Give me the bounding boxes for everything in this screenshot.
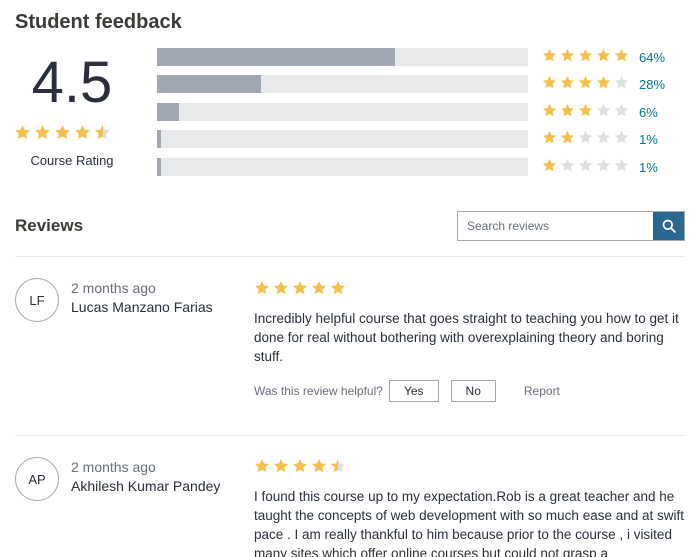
star-filled-icon (614, 48, 629, 63)
star-filled-icon (542, 130, 557, 145)
rating-bar-percent[interactable]: 1% (639, 132, 658, 147)
review-date: 2 months ago (71, 459, 156, 475)
star-empty-icon (614, 103, 629, 118)
star-empty-icon (578, 130, 593, 145)
helpful-row: Was this review helpful? Yes No Report (254, 380, 560, 402)
review-text: Incredibly helpful course that goes stra… (254, 311, 679, 364)
star-filled-icon (330, 280, 346, 296)
star-filled-icon (542, 103, 557, 118)
star-filled-icon (311, 280, 327, 296)
avatar: AP (15, 457, 59, 501)
rating-bar-percent[interactable]: 1% (639, 160, 658, 175)
search-reviews-input[interactable] (458, 212, 653, 240)
star-filled-icon (292, 280, 308, 296)
star-filled-icon (34, 124, 51, 141)
rating-bar-stars (542, 158, 629, 173)
rating-bar-stars (542, 130, 629, 145)
rating-bar-stars (542, 48, 629, 63)
rating-bar-fill (157, 48, 395, 66)
helpful-prompt: Was this review helpful? (254, 384, 383, 398)
rating-bar-row-1-star[interactable]: 1% (157, 158, 667, 176)
search-icon (662, 219, 676, 233)
rating-bar-row-4-star[interactable]: 28% (157, 75, 667, 93)
helpful-no-button[interactable]: No (450, 380, 496, 402)
rating-bar-track (157, 158, 528, 176)
rating-bar-row-5-star[interactable]: 64% (157, 48, 667, 66)
rating-bar-stars (542, 103, 629, 118)
student-feedback-title: Student feedback (15, 11, 182, 33)
star-filled-icon (560, 130, 575, 145)
star-filled-icon (254, 458, 270, 474)
rating-bar-track (157, 48, 528, 66)
rating-bar-row-3-star[interactable]: 6% (157, 103, 667, 121)
rating-bar-track (157, 75, 528, 93)
star-empty-icon (614, 130, 629, 145)
rating-bar-track (157, 130, 528, 148)
divider (15, 256, 685, 257)
review-date: 2 months ago (71, 280, 156, 296)
search-reviews-button[interactable] (653, 212, 684, 240)
course-rating-label: Course Rating (30, 153, 114, 168)
rating-bar-percent[interactable]: 6% (639, 105, 658, 120)
average-rating-stars (14, 124, 111, 141)
star-empty-icon (578, 158, 593, 173)
rating-bar-track (157, 103, 528, 121)
review-stars (254, 458, 346, 474)
star-filled-icon (54, 124, 71, 141)
star-filled-icon (578, 75, 593, 90)
star-filled-icon (542, 75, 557, 90)
rating-bar-stars (542, 75, 629, 90)
star-empty-icon (596, 130, 611, 145)
star-filled-icon (273, 458, 289, 474)
star-empty-icon (596, 103, 611, 118)
star-filled-icon (560, 48, 575, 63)
star-filled-icon (578, 103, 593, 118)
helpful-yes-button[interactable]: Yes (388, 380, 439, 402)
rating-bar-fill (157, 103, 179, 121)
rating-bar-fill (157, 158, 161, 176)
star-empty-icon (614, 75, 629, 90)
rating-bar-percent[interactable]: 28% (639, 77, 665, 92)
review-text: I found this course up to my expectation… (254, 489, 685, 557)
rating-bar-fill (157, 75, 261, 93)
star-half-icon (94, 124, 111, 141)
star-filled-icon (74, 124, 91, 141)
reviewer-name: Lucas Manzano Farias (71, 299, 213, 315)
star-empty-icon (614, 158, 629, 173)
report-link[interactable]: Report (524, 384, 560, 398)
rating-bar-row-2-star[interactable]: 1% (157, 130, 667, 148)
star-filled-icon (254, 280, 270, 296)
reviews-title: Reviews (15, 216, 84, 235)
star-half-icon (330, 458, 346, 474)
star-filled-icon (596, 48, 611, 63)
star-filled-icon (542, 158, 557, 173)
star-filled-icon (273, 280, 289, 296)
star-filled-icon (596, 75, 611, 90)
reviewer-name: Akhilesh Kumar Pandey (71, 478, 221, 494)
star-filled-icon (560, 75, 575, 90)
star-filled-icon (560, 103, 575, 118)
divider (15, 435, 685, 436)
search-reviews-box (457, 211, 685, 241)
star-filled-icon (292, 458, 308, 474)
star-filled-icon (14, 124, 31, 141)
star-empty-icon (560, 158, 575, 173)
star-filled-icon (542, 48, 557, 63)
review-stars (254, 280, 346, 296)
star-filled-icon (578, 48, 593, 63)
rating-bar-percent[interactable]: 64% (639, 50, 665, 65)
avatar: LF (15, 278, 59, 322)
star-filled-icon (311, 458, 327, 474)
rating-bar-fill (157, 130, 161, 148)
average-rating: 4.5 (31, 50, 113, 115)
star-empty-icon (596, 158, 611, 173)
